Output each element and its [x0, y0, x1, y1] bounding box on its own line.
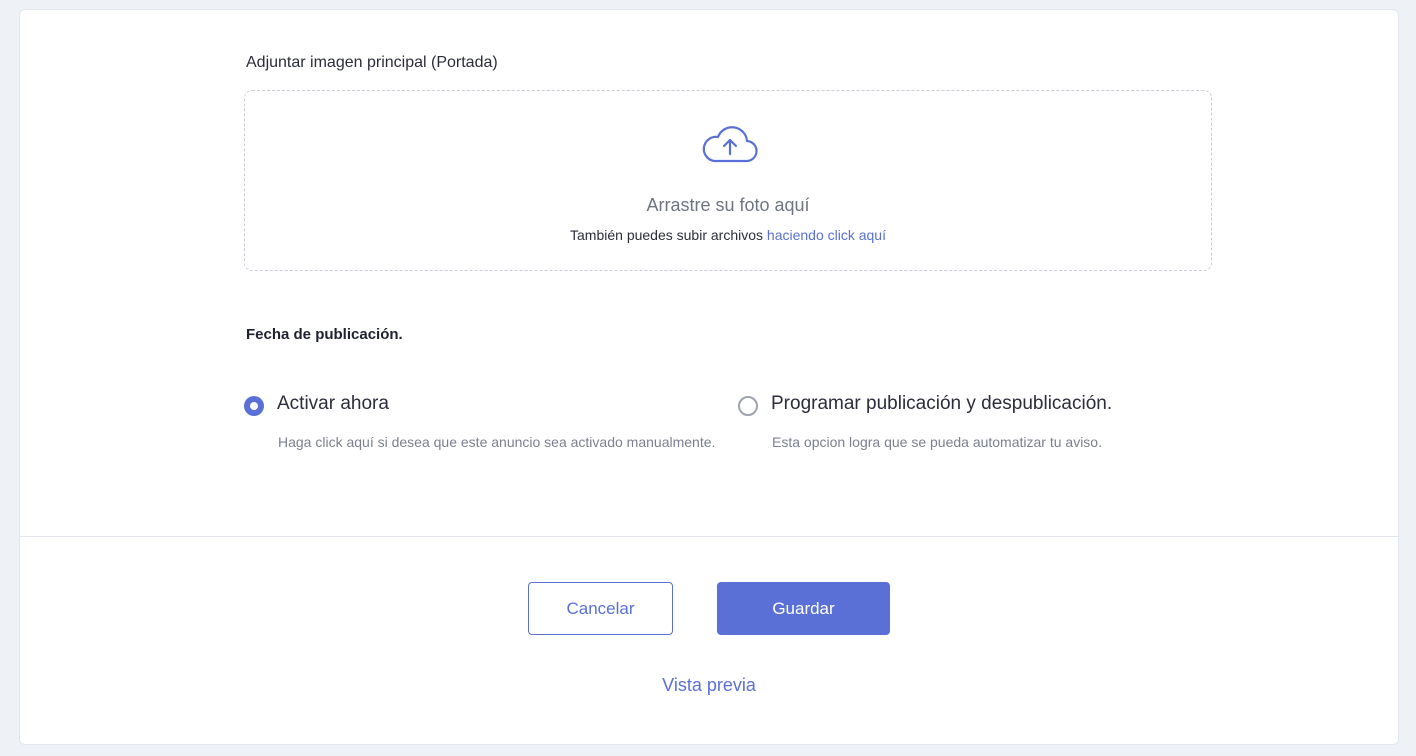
save-button[interactable]: Guardar: [717, 582, 890, 635]
radio-description-activate-now: Haga click aquí si desea que este anunci…: [278, 434, 716, 450]
image-dropzone[interactable]: Arrastre su foto aquí También puedes sub…: [244, 90, 1212, 271]
radio-unchecked-icon[interactable]: [738, 396, 758, 416]
upload-click-link[interactable]: haciendo click aquí: [767, 227, 886, 243]
radio-description-schedule: Esta opcion logra que se pueda automatiz…: [772, 434, 1102, 450]
radio-checked-icon[interactable]: [244, 396, 264, 416]
radio-label-activate-now: Activar ahora: [277, 393, 389, 414]
cancel-button[interactable]: Cancelar: [528, 582, 673, 635]
radio-label-schedule: Programar publicación y despublicación.: [771, 393, 1113, 414]
dropzone-subtitle-text: También puedes subir archivos: [570, 227, 764, 243]
publication-date-title: Fecha de publicación.: [246, 326, 403, 343]
form-card: Adjuntar imagen principal (Portada) Arra…: [19, 9, 1399, 745]
section-divider: [20, 536, 1398, 537]
preview-link[interactable]: Vista previa: [20, 675, 1398, 696]
dropzone-title: Arrastre su foto aquí: [646, 195, 810, 215]
upload-label: Adjuntar imagen principal (Portada): [246, 54, 498, 71]
dropzone-subtitle: También puedes subir archivos haciendo c…: [245, 227, 1211, 243]
cloud-upload-icon: [702, 126, 758, 163]
